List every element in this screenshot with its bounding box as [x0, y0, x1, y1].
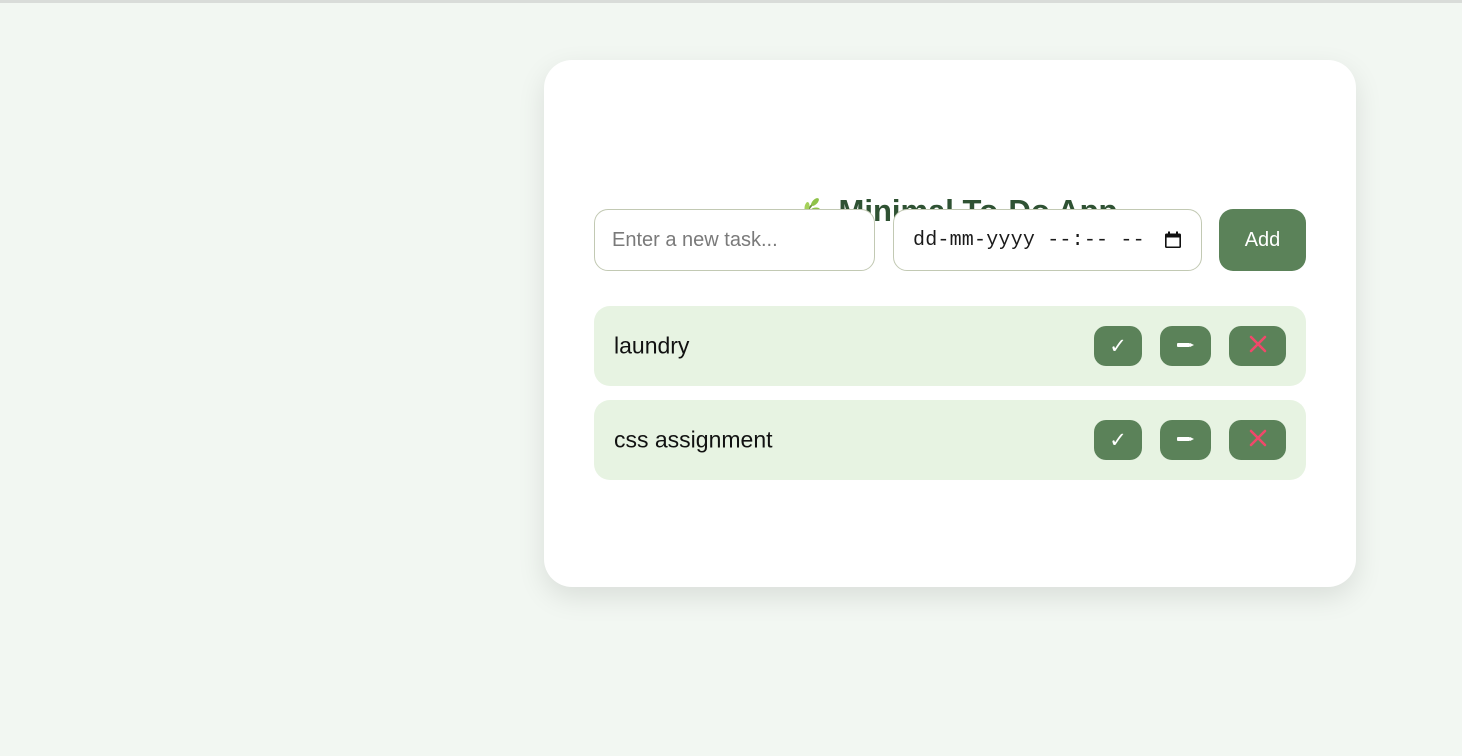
cross-mark-icon [1248, 334, 1268, 359]
check-icon: ✓ [1109, 428, 1127, 452]
task-input[interactable] [594, 209, 875, 271]
add-button[interactable]: Add [1219, 209, 1306, 271]
task-label: css assignment [614, 426, 773, 453]
datetime-placeholder: dd-mm-yyyy --:-- -- [913, 228, 1145, 252]
check-icon: ✓ [1109, 334, 1127, 358]
delete-button[interactable] [1229, 326, 1286, 366]
delete-button[interactable] [1229, 420, 1286, 460]
task-row: css assignment ✓ [594, 400, 1306, 480]
edit-button[interactable] [1160, 420, 1211, 460]
browser-top-border [0, 0, 1462, 3]
complete-button[interactable]: ✓ [1094, 420, 1142, 460]
calendar-icon[interactable] [1163, 230, 1183, 250]
cross-mark-icon [1248, 428, 1268, 453]
pencil-icon [1176, 337, 1196, 355]
pencil-icon [1176, 431, 1196, 449]
task-label: laundry [614, 332, 690, 359]
complete-button[interactable]: ✓ [1094, 326, 1142, 366]
datetime-input[interactable]: dd-mm-yyyy --:-- -- [893, 209, 1202, 271]
edit-button[interactable] [1160, 326, 1211, 366]
task-row: laundry ✓ [594, 306, 1306, 386]
